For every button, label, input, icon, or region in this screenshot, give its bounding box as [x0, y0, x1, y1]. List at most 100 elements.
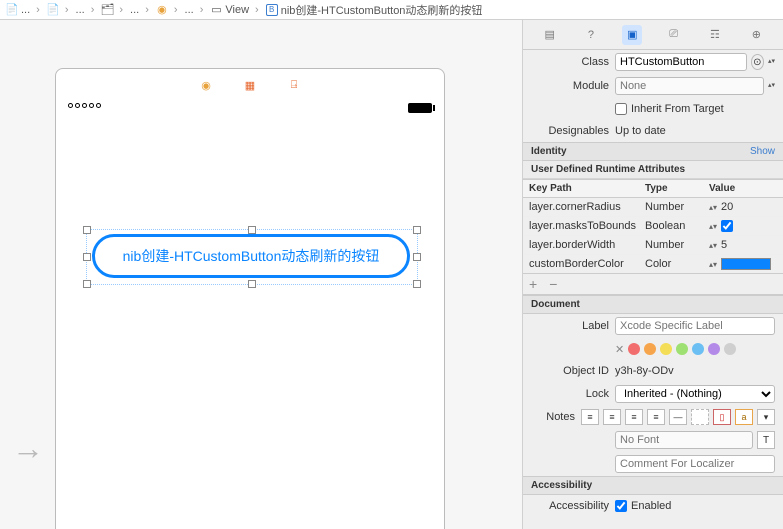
crumb-0[interactable]: 📄... — [4, 4, 45, 16]
resize-handle[interactable] — [83, 253, 91, 261]
color-swatch[interactable] — [721, 258, 771, 270]
align-right-button[interactable]: ≡ — [625, 409, 643, 425]
tab-file[interactable]: ▤ — [540, 25, 560, 45]
resize-handle[interactable] — [413, 226, 421, 234]
cell-type[interactable]: Number — [639, 198, 703, 216]
module-field[interactable] — [615, 77, 764, 95]
color-dot[interactable] — [708, 343, 720, 355]
text-color-button[interactable]: ▯ — [713, 409, 731, 425]
resize-handle[interactable] — [248, 280, 256, 288]
crumb-label: ... — [130, 4, 139, 16]
accessibility-enabled-label: Enabled — [631, 500, 671, 512]
notes-toolbar: ≡ ≡ ≡ ≡ — ▯ a ▾ — [581, 409, 775, 425]
class-label: Class — [531, 56, 609, 68]
align-left-button[interactable]: ≡ — [581, 409, 599, 425]
value-stepper[interactable]: ▴▾ — [709, 204, 717, 211]
font-field[interactable] — [615, 431, 753, 449]
lock-select[interactable]: Inherited - (Nothing) — [615, 385, 775, 403]
add-button[interactable]: + — [529, 276, 537, 292]
value-stepper[interactable]: ▴▾ — [709, 261, 717, 268]
inspector-panel: ▤ ? ▣ ⎚ ☶ ⊕ Class ⊙ ▴▾ Module ▴▾ — [522, 20, 783, 529]
resize-handle[interactable] — [83, 226, 91, 234]
first-responder-icon[interactable]: ▦ — [242, 77, 258, 93]
identity-header: Identity Show — [523, 142, 783, 161]
color-dot[interactable] — [724, 343, 736, 355]
cell-value[interactable]: 20 — [721, 201, 733, 213]
exit-icon[interactable]: ⍈ — [286, 77, 302, 93]
canvas[interactable]: → ◉ ▦ ⍈ nib创建-HTCustomButton动态刷新的按钮 — [0, 20, 522, 529]
crumb-2[interactable]: ... — [74, 4, 100, 16]
tab-attrs[interactable]: ⎚ — [664, 25, 684, 45]
tab-identity[interactable]: ▣ — [622, 25, 642, 45]
color-dot[interactable] — [692, 343, 704, 355]
value-stepper[interactable]: ▴▾ — [709, 242, 717, 249]
cell-key[interactable]: customBorderColor — [523, 255, 639, 273]
table-row[interactable]: layer.borderWidth Number ▴▾ 5 — [523, 235, 783, 254]
cell-type[interactable]: Number — [639, 236, 703, 254]
crumb-5[interactable]: ◉ — [154, 4, 183, 16]
identity-show-link[interactable]: Show — [750, 146, 775, 157]
color-dot[interactable] — [628, 343, 640, 355]
value-checkbox[interactable] — [721, 220, 733, 232]
module-stepper[interactable]: ▴▾ — [768, 83, 775, 89]
crumb-button[interactable]: Bnib创建-HTCustomButton动态刷新的按钮 — [264, 2, 485, 18]
color-dot[interactable] — [676, 343, 688, 355]
custom-button[interactable]: nib创建-HTCustomButton动态刷新的按钮 — [92, 234, 410, 278]
color-dot[interactable] — [644, 343, 656, 355]
crumb-label: View — [225, 4, 249, 16]
cell-value[interactable]: 5 — [721, 239, 727, 251]
crumb-label: ... — [76, 4, 85, 16]
localizer-field[interactable] — [615, 455, 775, 473]
highlight-button[interactable]: a — [735, 409, 753, 425]
custom-button-title: nib创建-HTCustomButton动态刷新的按钮 — [123, 246, 380, 266]
table-row[interactable]: layer.masksToBounds Boolean ▴▾ — [523, 216, 783, 235]
clear-color-button[interactable]: ✕ — [615, 343, 624, 356]
cell-type[interactable]: Color — [639, 255, 703, 273]
tab-connections[interactable]: ⊕ — [746, 25, 766, 45]
document-header: Document — [523, 295, 783, 314]
runtime-table[interactable]: layer.cornerRadius Number ▴▾ 20 layer.mas… — [523, 198, 783, 274]
table-row[interactable]: layer.cornerRadius Number ▴▾ 20 — [523, 198, 783, 216]
value-stepper[interactable]: ▴▾ — [709, 223, 717, 230]
more-button[interactable]: ▾ — [757, 409, 775, 425]
cell-type[interactable]: Boolean — [639, 217, 703, 235]
runtime-header: User Defined Runtime Attributes — [523, 161, 783, 179]
class-stepper[interactable]: ▴▾ — [768, 59, 775, 65]
class-jump-icon[interactable]: ⊙ — [751, 54, 764, 70]
align-justify-button[interactable]: ≡ — [647, 409, 665, 425]
label-field[interactable] — [615, 317, 775, 335]
notes-label: Notes — [531, 411, 575, 423]
crumb-6[interactable]: ... — [183, 4, 209, 16]
font-picker-button[interactable]: T — [757, 431, 775, 449]
status-bar — [68, 103, 432, 119]
crumb-4[interactable]: ... — [128, 4, 154, 16]
tab-help[interactable]: ? — [581, 25, 601, 45]
placeholder-icon: ◉ — [156, 4, 168, 16]
cell-key[interactable]: layer.cornerRadius — [523, 198, 639, 216]
resize-handle[interactable] — [248, 226, 256, 234]
dashed-button[interactable] — [691, 409, 709, 425]
resize-handle[interactable] — [83, 280, 91, 288]
xib-icon: 🗂 — [101, 4, 113, 16]
crumb-3[interactable]: 🗂 — [99, 4, 128, 16]
color-dot[interactable] — [660, 343, 672, 355]
resize-handle[interactable] — [413, 280, 421, 288]
crumb-1[interactable]: 📄 — [45, 4, 74, 16]
resize-handle[interactable] — [413, 253, 421, 261]
tab-size[interactable]: ☶ — [705, 25, 725, 45]
table-row[interactable]: customBorderColor Color ▴▾ — [523, 254, 783, 273]
designables-value: Up to date — [615, 125, 666, 137]
crumb-view[interactable]: ▭View — [208, 4, 263, 16]
accessibility-checkbox[interactable] — [615, 500, 627, 512]
inherit-checkbox[interactable] — [615, 103, 627, 115]
remove-button[interactable]: − — [549, 276, 557, 292]
class-field[interactable] — [615, 53, 747, 71]
col-type: Type — [639, 180, 703, 197]
cell-key[interactable]: layer.masksToBounds — [523, 217, 639, 235]
align-center-button[interactable]: ≡ — [603, 409, 621, 425]
hr-button[interactable]: — — [669, 409, 687, 425]
cell-key[interactable]: layer.borderWidth — [523, 236, 639, 254]
files-owner-icon[interactable]: ◉ — [198, 77, 214, 93]
col-keypath: Key Path — [523, 180, 639, 197]
file-icon: 📄 — [47, 4, 59, 16]
